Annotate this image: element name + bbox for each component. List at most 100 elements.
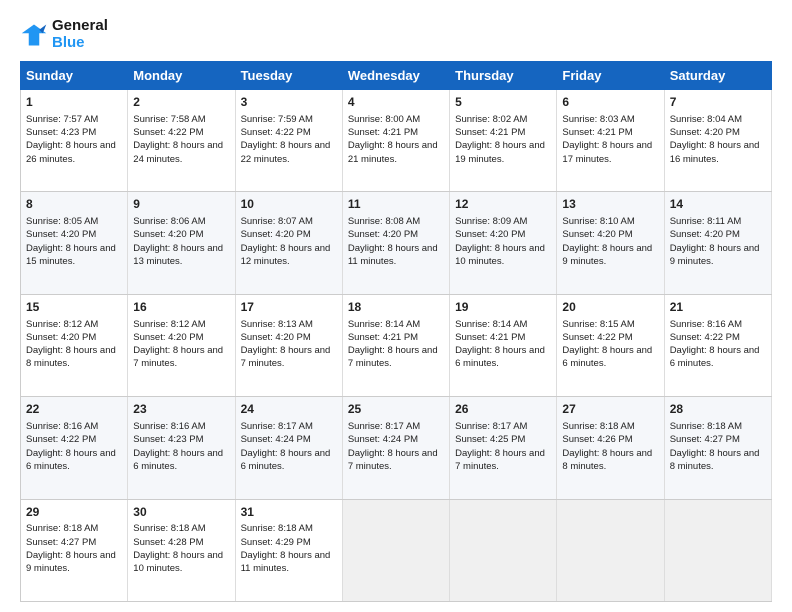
daylight-text: Daylight: 8 hours and 6 minutes. <box>241 448 331 472</box>
day-number: 30 <box>133 504 229 521</box>
calendar-cell: 9Sunrise: 8:06 AMSunset: 4:20 PMDaylight… <box>128 192 235 294</box>
daylight-text: Daylight: 8 hours and 7 minutes. <box>133 345 223 369</box>
daylight-text: Daylight: 8 hours and 26 minutes. <box>26 140 116 164</box>
day-number: 16 <box>133 299 229 316</box>
day-number: 3 <box>241 94 337 111</box>
daylight-text: Daylight: 8 hours and 22 minutes. <box>241 140 331 164</box>
calendar-week-row: 29 Sunrise: 8:18 AM Sunset: 4:27 PM Dayligh… <box>21 499 772 601</box>
day-number: 8 <box>26 196 122 213</box>
logo-icon <box>20 21 48 49</box>
calendar-cell: 6Sunrise: 8:03 AMSunset: 4:21 PMDaylight… <box>557 90 664 192</box>
weekday-header-wednesday: Wednesday <box>342 62 449 90</box>
sunset-text: Sunset: 4:20 PM <box>241 332 311 343</box>
daylight-text: Daylight: 8 hours and 7 minutes. <box>455 448 545 472</box>
calendar-cell: 1Sunrise: 7:57 AMSunset: 4:23 PMDaylight… <box>21 90 128 192</box>
day-number: 6 <box>562 94 658 111</box>
calendar-cell <box>664 499 771 601</box>
calendar-cell: 5Sunrise: 8:02 AMSunset: 4:21 PMDaylight… <box>450 90 557 192</box>
sunrise-text: Sunrise: 8:07 AM <box>241 216 313 227</box>
sunset-text: Sunset: 4:21 PM <box>455 332 525 343</box>
daylight-text: Daylight: 8 hours and 16 minutes. <box>670 140 760 164</box>
sunset-text: Sunset: 4:21 PM <box>455 127 525 138</box>
daylight-text: Daylight: 8 hours and 9 minutes. <box>26 550 116 574</box>
day-number: 29 <box>26 504 122 521</box>
page: General Blue SundayMondayTuesdayWednesda… <box>0 0 792 612</box>
weekday-header-tuesday: Tuesday <box>235 62 342 90</box>
calendar-week-row: 22Sunrise: 8:16 AMSunset: 4:22 PMDayligh… <box>21 397 772 499</box>
day-number: 23 <box>133 401 229 418</box>
sunset-text: Sunset: 4:22 PM <box>241 127 311 138</box>
sunset-text: Sunset: 4:24 PM <box>348 434 418 445</box>
daylight-text: Daylight: 8 hours and 17 minutes. <box>562 140 652 164</box>
calendar-cell <box>342 499 449 601</box>
sunset-text: Sunset: 4:29 PM <box>241 537 311 548</box>
sunset-text: Sunset: 4:22 PM <box>133 127 203 138</box>
calendar-cell: 21Sunrise: 8:16 AMSunset: 4:22 PMDayligh… <box>664 294 771 396</box>
weekday-header-monday: Monday <box>128 62 235 90</box>
sunset-text: Sunset: 4:21 PM <box>348 332 418 343</box>
daylight-text: Daylight: 8 hours and 12 minutes. <box>241 243 331 267</box>
calendar-week-row: 8Sunrise: 8:05 AMSunset: 4:20 PMDaylight… <box>21 192 772 294</box>
day-number: 20 <box>562 299 658 316</box>
sunset-text: Sunset: 4:20 PM <box>26 229 96 240</box>
calendar-cell: 4Sunrise: 8:00 AMSunset: 4:21 PMDaylight… <box>342 90 449 192</box>
sunset-text: Sunset: 4:22 PM <box>26 434 96 445</box>
day-number: 11 <box>348 196 444 213</box>
calendar-cell: 2Sunrise: 7:58 AMSunset: 4:22 PMDaylight… <box>128 90 235 192</box>
sunrise-text: Sunrise: 8:10 AM <box>562 216 634 227</box>
sunset-text: Sunset: 4:20 PM <box>26 332 96 343</box>
calendar-cell: 31Sunrise: 8:18 AMSunset: 4:29 PMDayligh… <box>235 499 342 601</box>
calendar-cell: 25Sunrise: 8:17 AMSunset: 4:24 PMDayligh… <box>342 397 449 499</box>
day-number: 18 <box>348 299 444 316</box>
sunset-text: Sunset: 4:27 PM <box>26 537 96 548</box>
calendar-cell: 16Sunrise: 8:12 AMSunset: 4:20 PMDayligh… <box>128 294 235 396</box>
calendar-week-row: 1Sunrise: 7:57 AMSunset: 4:23 PMDaylight… <box>21 90 772 192</box>
daylight-text: Daylight: 8 hours and 7 minutes. <box>241 345 331 369</box>
sunrise-text: Sunrise: 8:13 AM <box>241 319 313 330</box>
calendar-cell: 26Sunrise: 8:17 AMSunset: 4:25 PMDayligh… <box>450 397 557 499</box>
weekday-header-sunday: Sunday <box>21 62 128 90</box>
calendar-cell: 19Sunrise: 8:14 AMSunset: 4:21 PMDayligh… <box>450 294 557 396</box>
calendar-cell: 30Sunrise: 8:18 AMSunset: 4:28 PMDayligh… <box>128 499 235 601</box>
calendar-cell: 28Sunrise: 8:18 AMSunset: 4:27 PMDayligh… <box>664 397 771 499</box>
sunset-text: Sunset: 4:22 PM <box>670 332 740 343</box>
daylight-text: Daylight: 8 hours and 11 minutes. <box>241 550 331 574</box>
sunset-text: Sunset: 4:21 PM <box>348 127 418 138</box>
sunrise-text: Sunrise: 8:18 AM <box>133 523 205 534</box>
day-number: 26 <box>455 401 551 418</box>
day-number: 27 <box>562 401 658 418</box>
day-number: 15 <box>26 299 122 316</box>
day-number: 1 <box>26 94 122 111</box>
sunset-text: Sunset: 4:21 PM <box>562 127 632 138</box>
sunset-text: Sunset: 4:20 PM <box>133 229 203 240</box>
daylight-text: Daylight: 8 hours and 8 minutes. <box>670 448 760 472</box>
day-number: 4 <box>348 94 444 111</box>
day-number: 12 <box>455 196 551 213</box>
sunrise-text: Sunrise: 8:12 AM <box>133 319 205 330</box>
sunrise-text: Sunrise: 7:57 AM <box>26 114 98 125</box>
calendar-cell: 27Sunrise: 8:18 AMSunset: 4:26 PMDayligh… <box>557 397 664 499</box>
sunset-text: Sunset: 4:28 PM <box>133 537 203 548</box>
calendar-cell: 13Sunrise: 8:10 AMSunset: 4:20 PMDayligh… <box>557 192 664 294</box>
sunrise-text: Sunrise: 8:02 AM <box>455 114 527 125</box>
sunrise-text: Sunrise: 8:18 AM <box>562 421 634 432</box>
sunset-text: Sunset: 4:27 PM <box>670 434 740 445</box>
sunrise-text: Sunrise: 8:15 AM <box>562 319 634 330</box>
day-number: 24 <box>241 401 337 418</box>
calendar-week-row: 15 Sunrise: 8:12 AM Sunset: 4:20 PM Dayligh… <box>21 294 772 396</box>
day-number: 2 <box>133 94 229 111</box>
calendar-cell: 18Sunrise: 8:14 AMSunset: 4:21 PMDayligh… <box>342 294 449 396</box>
day-number: 19 <box>455 299 551 316</box>
sunrise-text: Sunrise: 8:16 AM <box>670 319 742 330</box>
calendar-cell: 8Sunrise: 8:05 AMSunset: 4:20 PMDaylight… <box>21 192 128 294</box>
calendar-cell: 22Sunrise: 8:16 AMSunset: 4:22 PMDayligh… <box>21 397 128 499</box>
sunrise-text: Sunrise: 8:16 AM <box>133 421 205 432</box>
daylight-text: Daylight: 8 hours and 13 minutes. <box>133 243 223 267</box>
calendar-cell: 3Sunrise: 7:59 AMSunset: 4:22 PMDaylight… <box>235 90 342 192</box>
calendar-cell: 14Sunrise: 8:11 AMSunset: 4:20 PMDayligh… <box>664 192 771 294</box>
daylight-text: Daylight: 8 hours and 9 minutes. <box>562 243 652 267</box>
sunset-text: Sunset: 4:22 PM <box>562 332 632 343</box>
sunrise-text: Sunrise: 8:17 AM <box>241 421 313 432</box>
day-number: 7 <box>670 94 766 111</box>
sunrise-text: Sunrise: 8:14 AM <box>455 319 527 330</box>
